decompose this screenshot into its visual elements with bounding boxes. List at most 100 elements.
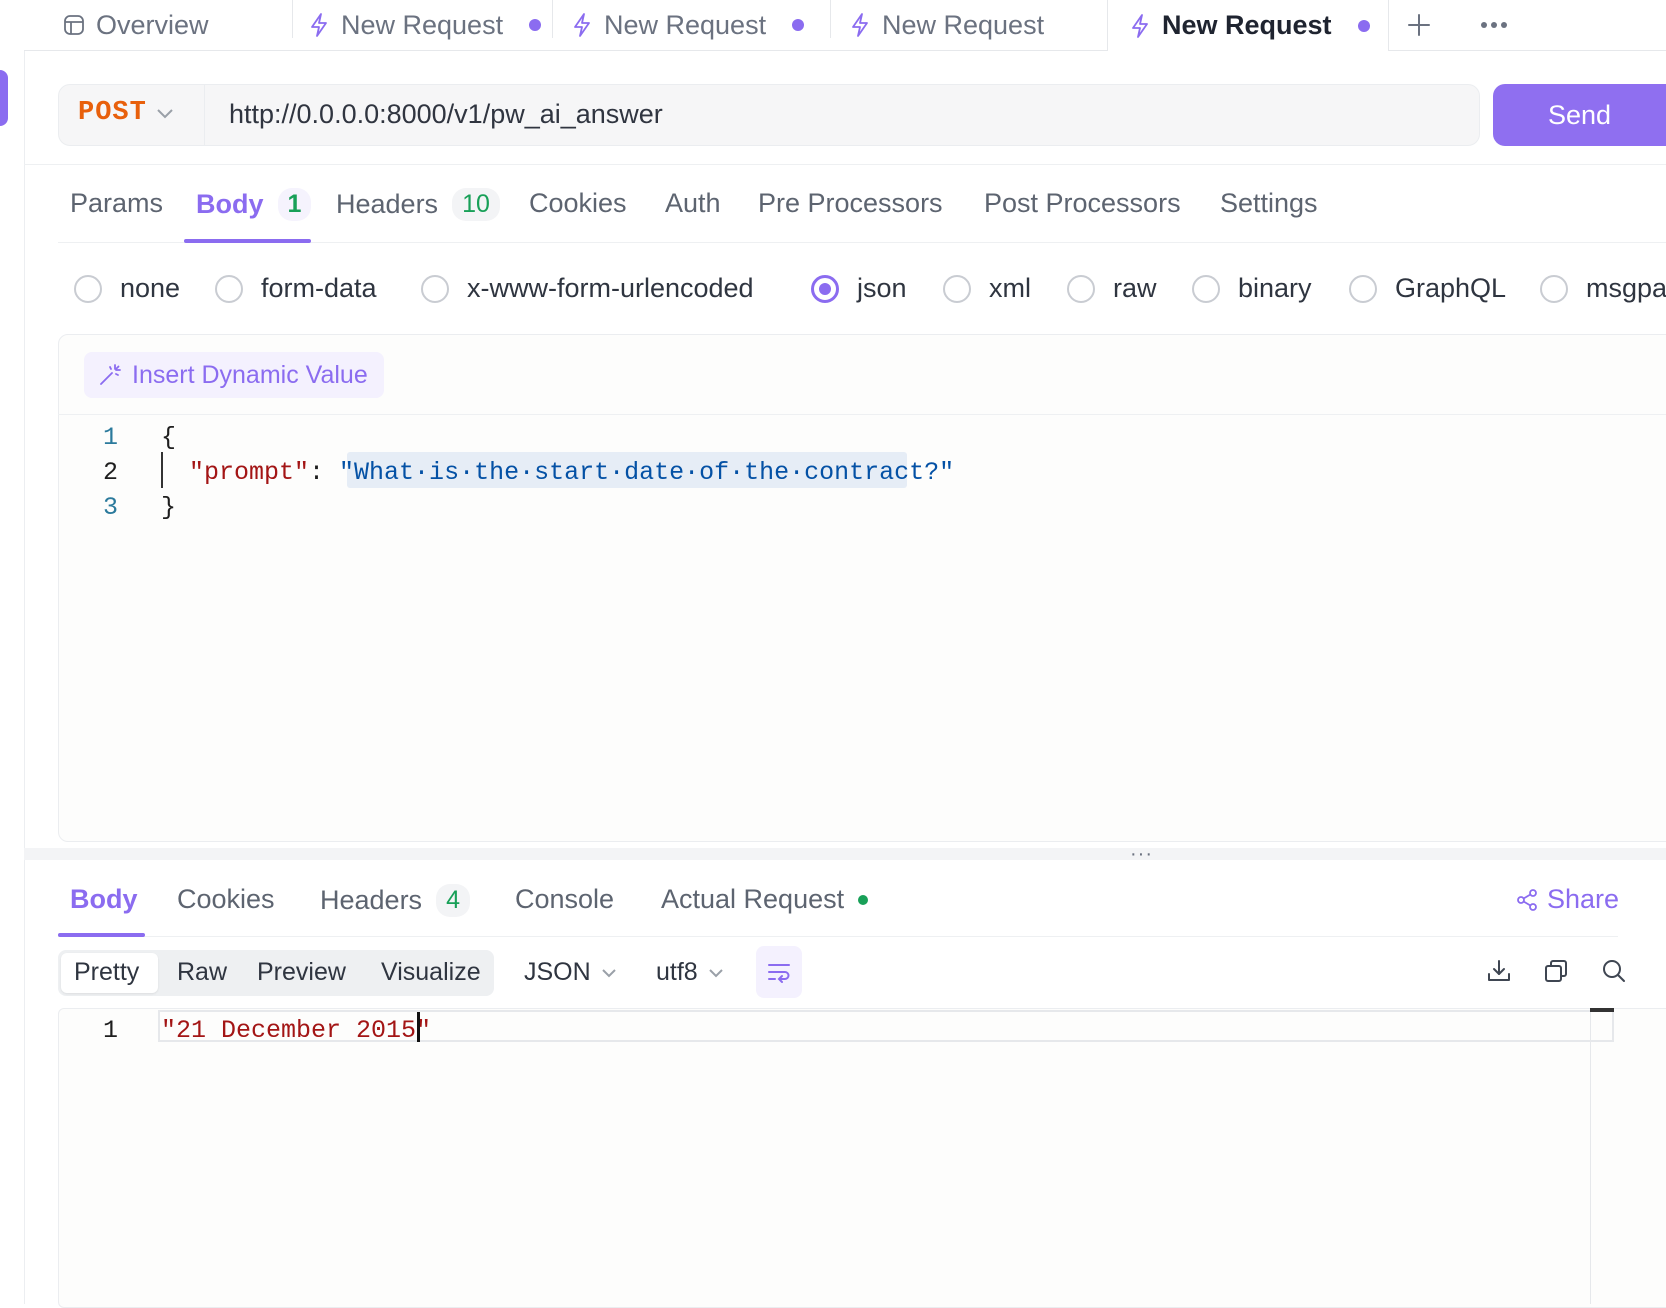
tab-divider [292,0,293,38]
radio-form-data[interactable]: form-data [215,273,377,304]
tab-label: Actual Request [661,884,845,914]
method-label: POST [78,98,147,128]
json-key: "prompt" [189,458,310,487]
send-button[interactable]: Send [1493,84,1666,146]
chevron-down-icon[interactable] [156,108,174,120]
tab-label: Auth [665,188,721,218]
insert-dynamic-value-label: Insert Dynamic Value [132,360,368,389]
indent-guide [161,452,163,488]
tab-headers[interactable]: Headers 10 [336,188,500,221]
response-body-viewer[interactable] [58,1008,1666,1308]
line-number: 1 [102,423,118,452]
radio-circle [943,274,971,303]
encoding-select[interactable]: utf8 [656,958,724,987]
lightning-icon [311,13,327,37]
magic-wand-icon [100,364,121,385]
tab-request[interactable]: New Request [570,0,805,50]
view-mode-raw[interactable]: Raw [177,958,227,987]
radio-circle [421,274,449,303]
format-label: JSON [524,958,591,986]
radio-label: GraphQL [1395,273,1507,303]
request-body-editor[interactable] [58,334,1666,842]
app-sidebar-strip [0,0,25,1304]
url-input[interactable]: http://0.0.0.0:8000/v1/pw_ai_answer [229,99,663,130]
tab-label: Settings [1220,188,1318,218]
json-colon: : [309,458,340,487]
sidebar-active-indicator[interactable] [0,70,8,126]
unsaved-dot [792,19,805,31]
method-select[interactable]: POST [78,98,147,128]
radio-json[interactable]: json [811,273,907,304]
radio-urlencoded[interactable]: x-www-form-urlencoded [421,273,754,304]
radio-label: none [120,273,181,303]
plus-icon [1408,14,1430,36]
share-icon [1517,888,1537,911]
radio-xml[interactable]: xml [943,273,1031,304]
tab-label: Headers [336,189,439,219]
radio-label: raw [1113,273,1157,303]
radio-label: x-www-form-urlencoded [467,273,754,303]
radio-circle [74,274,102,303]
tab-label: Body [196,189,264,219]
tab-label: Cookies [529,188,627,218]
search-icon[interactable] [1601,958,1627,984]
response-tab-body[interactable]: Body [70,884,138,915]
format-select[interactable]: JSON [524,958,617,987]
radio-msgpack[interactable]: msgpa [1540,273,1666,304]
response-tab-headers[interactable]: Headers 4 [320,884,470,917]
response-tab-actual-request[interactable]: Actual Request [661,884,869,915]
radio-circle [1192,274,1220,303]
scrollbar-thumb[interactable] [1590,1008,1614,1012]
tab-params[interactable]: Params [70,188,163,219]
radio-binary[interactable]: binary [1192,273,1312,304]
drag-handle-icon[interactable]: ··· [1130,844,1153,864]
status-dot [858,894,869,905]
tabs-divider [58,936,1618,937]
tab-request[interactable]: New Request [307,0,542,50]
response-value: "21 December 2015" [161,1016,432,1045]
download-icon[interactable] [1486,958,1512,984]
encoding-label: utf8 [656,958,698,986]
unsaved-dot [529,19,542,31]
radio-raw[interactable]: raw [1067,273,1157,304]
tab-body[interactable]: Body 1 [196,188,312,221]
tab-label: New Request [341,9,504,40]
add-tab-button[interactable] [1406,0,1432,50]
radio-circle [1067,274,1095,303]
more-tabs-button[interactable] [1480,0,1508,50]
tab-request-active[interactable]: New Request [1107,0,1389,51]
response-tab-cookies[interactable]: Cookies [177,884,275,915]
radio-circle-selected [811,274,839,303]
line-number: 3 [102,493,118,522]
radio-label: msgpa [1586,273,1666,303]
tab-pre-processors[interactable]: Pre Processors [758,188,943,219]
panel-resize-handle[interactable] [24,848,1666,860]
response-tab-console[interactable]: Console [515,884,614,915]
code-line: "prompt": "What·is·the·start·date·of·the… [189,458,954,487]
radio-none[interactable]: none [74,273,180,304]
tab-settings[interactable]: Settings [1220,188,1318,219]
tab-label: Console [515,884,615,914]
tab-request[interactable]: New Request [848,0,1044,50]
view-mode-preview[interactable]: Preview [257,958,346,987]
tab-label: New Request [1162,10,1332,40]
tab-cookies[interactable]: Cookies [529,188,627,219]
tab-auth[interactable]: Auth [665,188,721,219]
divider [24,164,1666,165]
vertical-scrollbar[interactable] [1590,1008,1591,1304]
active-tab-underline [58,933,145,937]
tab-overview[interactable]: Overview [62,0,209,50]
view-mode-visualize[interactable]: Visualize [381,958,481,987]
more-horizontal-icon [1481,22,1507,28]
lightning-icon [1132,13,1148,38]
tab-post-processors[interactable]: Post Processors [984,188,1181,219]
insert-dynamic-value-button[interactable]: Insert Dynamic Value [84,352,384,398]
radio-label: xml [989,273,1031,303]
word-wrap-toggle[interactable] [756,946,802,998]
copy-icon[interactable] [1543,958,1569,984]
radio-graphql[interactable]: GraphQL [1349,273,1506,304]
view-mode-pretty[interactable]: Pretty [74,958,139,987]
share-button[interactable]: Share [1515,884,1619,915]
tab-label: Params [70,188,164,218]
radio-circle [215,274,243,303]
